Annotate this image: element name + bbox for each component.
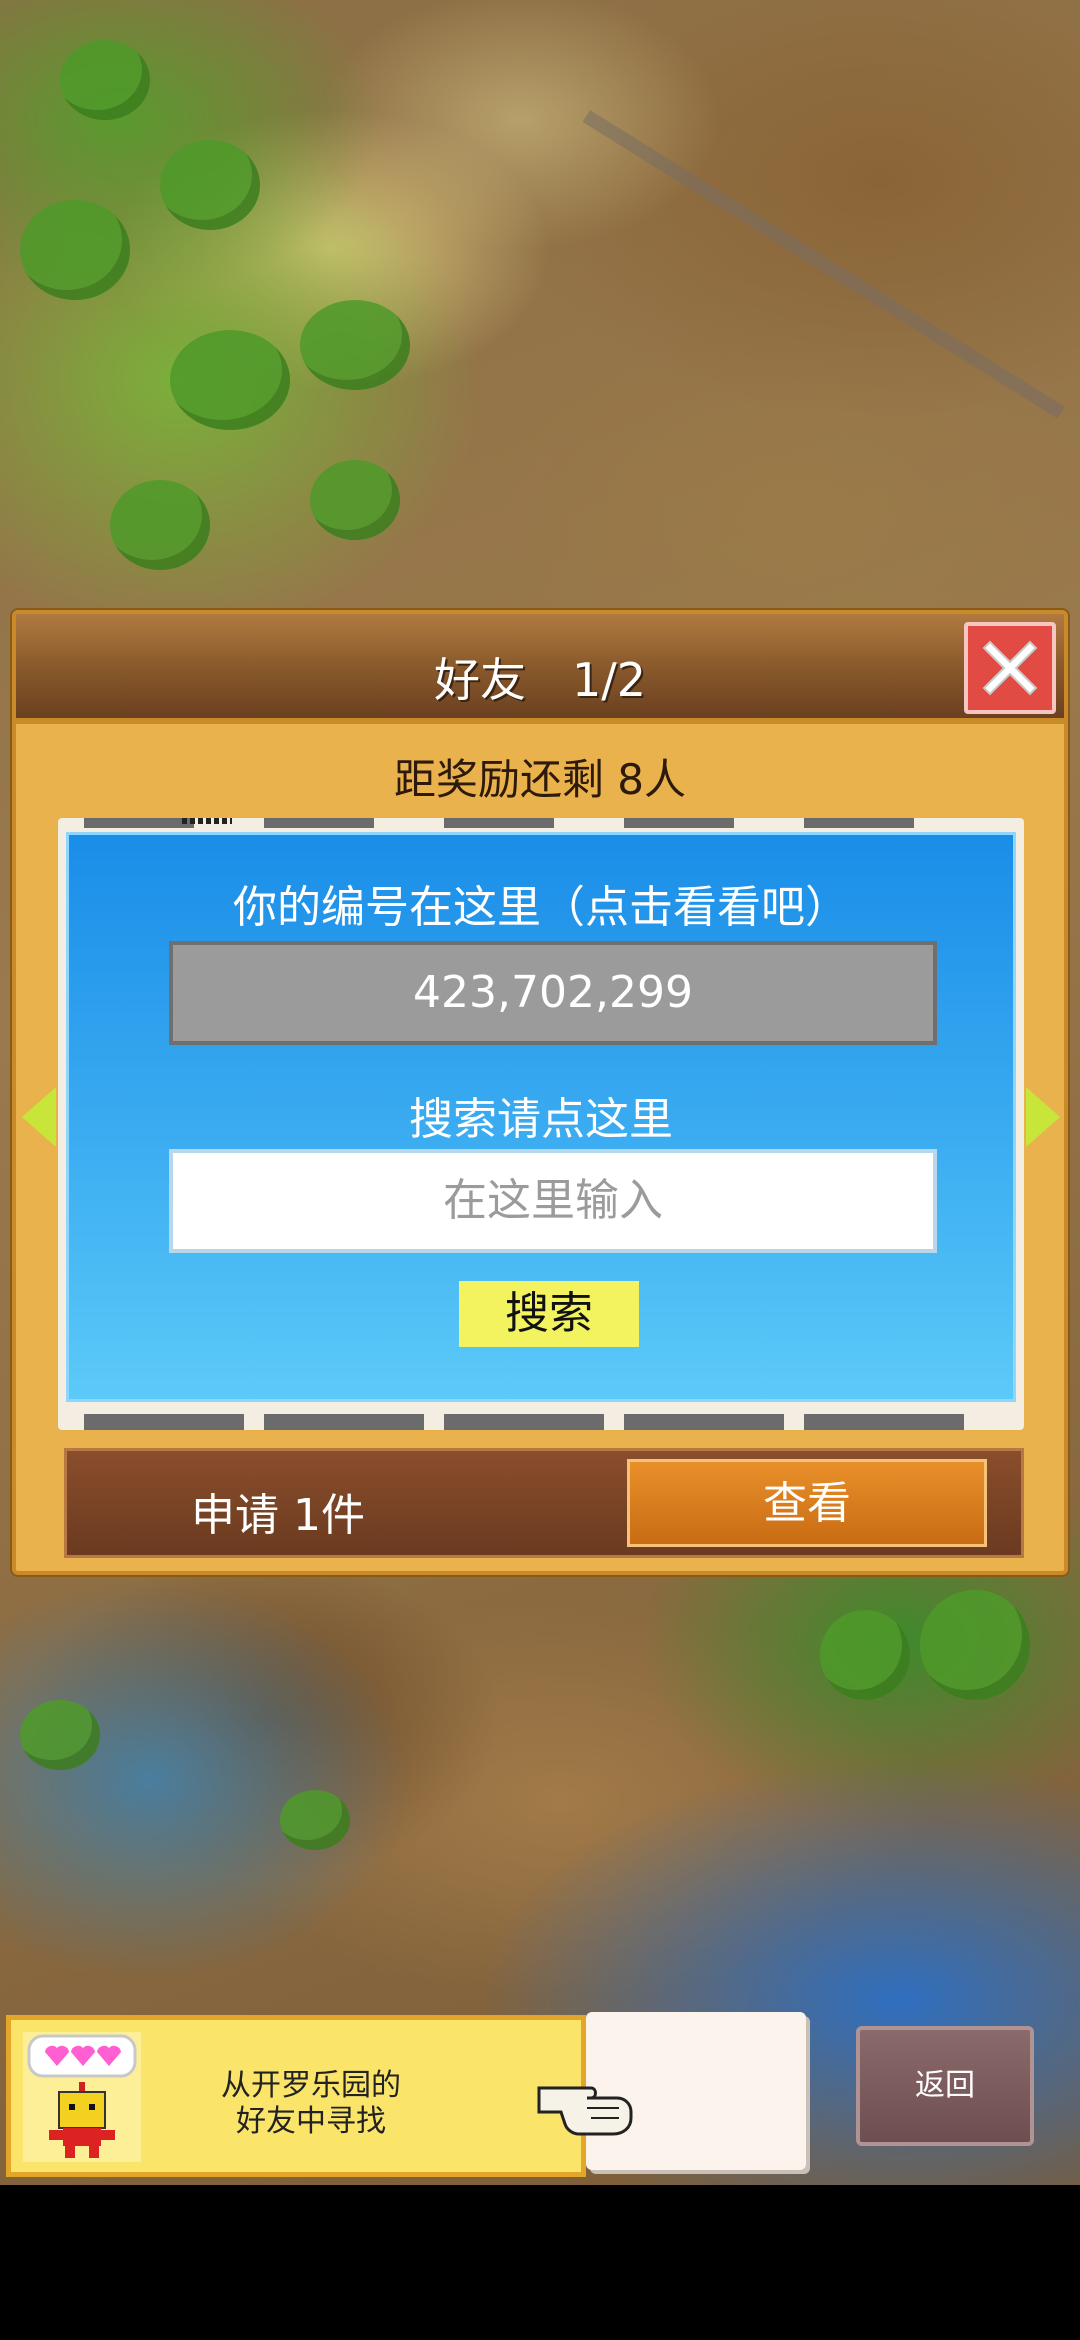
kairobot-icon — [27, 2034, 137, 2158]
reward-remaining-text: 距奖励还剩 8人 — [393, 755, 687, 804]
friend-search-panel: 你的编号在这里（点击看看吧） 423,702,299 搜索请点这里 在这里输入 … — [66, 832, 1016, 1402]
tab-stub — [264, 1414, 424, 1430]
friend-dialog: 好友 1/2 距奖励还剩 8人 你的编号在这里（点击看看吧） 423,702,2… — [12, 610, 1068, 1575]
dialog-title: 好友 1/2 — [433, 653, 647, 707]
tab-stub — [444, 1414, 604, 1430]
request-count-text: 申请 1件 — [191, 1490, 365, 1541]
dialog-header: 好友 1/2 — [16, 614, 1064, 724]
search-label: 搜索请点这里 — [409, 1094, 673, 1145]
banner-text: 从开罗乐园的 好友中寻找 — [161, 2068, 461, 2140]
search-panel-frame: 你的编号在这里（点击看看吧） 423,702,299 搜索请点这里 在这里输入 … — [58, 818, 1024, 1430]
tab-stub — [84, 818, 194, 828]
search-button[interactable]: 搜索 — [459, 1281, 639, 1347]
dots-indicator — [182, 818, 232, 824]
tree-decoration — [20, 200, 130, 300]
tab-stub — [84, 1414, 244, 1430]
navigation-bar-area — [0, 2185, 1080, 2340]
close-button[interactable] — [964, 622, 1056, 714]
tree-decoration — [160, 140, 260, 230]
my-id-field[interactable]: 423,702,299 — [169, 941, 937, 1045]
tree-decoration — [60, 40, 150, 120]
tab-stub — [624, 1414, 784, 1430]
close-icon — [982, 640, 1038, 696]
tree-decoration — [300, 300, 410, 390]
tab-stub — [264, 818, 374, 828]
tree-decoration — [110, 480, 210, 570]
kairo-friends-banner[interactable]: 从开罗乐园的 好友中寻找 — [6, 2015, 586, 2177]
banner-line-2: 好友中寻找 — [236, 2104, 386, 2139]
tree-decoration — [820, 1610, 910, 1700]
kairobot-icon-box — [23, 2032, 141, 2162]
tree-decoration — [920, 1590, 1030, 1700]
prev-arrow-icon[interactable] — [22, 1087, 56, 1147]
tree-decoration — [170, 330, 290, 430]
tab-stub — [804, 1414, 964, 1430]
tree-decoration — [310, 460, 400, 540]
tree-decoration — [20, 1700, 100, 1770]
my-id-label: 你的编号在这里（点击看看吧） — [233, 882, 849, 933]
tab-stub — [804, 818, 914, 828]
friend-request-bar: 申请 1件 查看 — [64, 1448, 1024, 1558]
tree-decoration — [280, 1790, 350, 1850]
view-requests-button[interactable]: 查看 — [627, 1459, 987, 1547]
pointing-hand-icon — [535, 2070, 645, 2144]
next-arrow-icon[interactable] — [1026, 1087, 1060, 1147]
banner-line-1: 从开罗乐园的 — [221, 2068, 401, 2103]
tab-stub — [624, 818, 734, 828]
fence-decoration — [582, 110, 1065, 419]
back-button[interactable]: 返回 — [856, 2026, 1034, 2146]
search-input[interactable]: 在这里输入 — [169, 1149, 937, 1253]
tab-stub — [444, 818, 554, 828]
